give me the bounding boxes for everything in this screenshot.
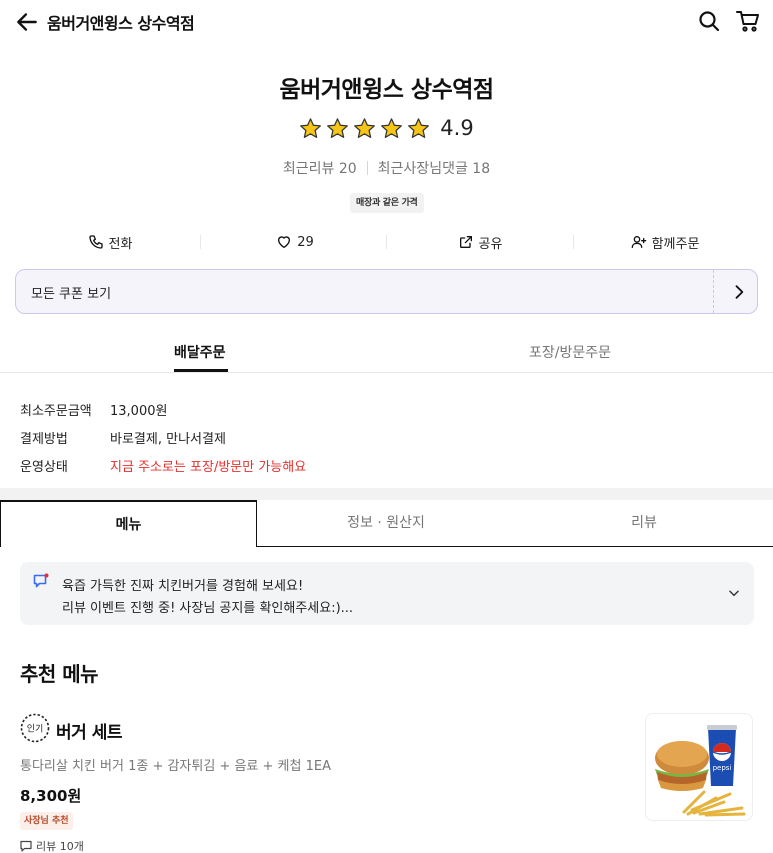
info-row: 운영상태 지금 주소로는 포장/방문만 가능해요: [20, 451, 306, 479]
burger-set-image: pepsi: [655, 725, 746, 817]
cart-icon: [736, 11, 759, 32]
review-summary: 최근리뷰 20 최근사장님댓글 18: [0, 158, 773, 178]
item-description: 통다리살 치킨 버거 1종 + 감자튀김 + 음료 + 케첩 1EA: [20, 759, 331, 774]
info-label: 결제방법: [20, 431, 68, 447]
coupon-banner[interactable]: 모든 쿠폰 보기: [15, 269, 758, 314]
item-price: 8,300원: [20, 787, 82, 805]
divider: [573, 235, 574, 249]
price-badge: 매장과 같은 가격: [350, 193, 424, 213]
action-bar: 전화 29 공유 함께주문: [0, 228, 773, 256]
star-icon: [381, 117, 403, 138]
star-rating: [299, 117, 430, 140]
call-label: 전화: [108, 236, 133, 252]
search-button[interactable]: [697, 9, 721, 33]
info-value: 바로결제, 만나서결제: [110, 431, 226, 447]
divider: [713, 270, 714, 313]
back-button[interactable]: [14, 9, 40, 35]
like-count: 29: [297, 234, 314, 250]
owner-notice[interactable]: 육즙 가득한 진짜 치킨버거를 경험해 보세요! 리뷰 이벤트 진행 중! 사장…: [20, 562, 754, 625]
cart-button[interactable]: [735, 9, 761, 33]
star-icon: [408, 117, 430, 138]
recent-reviews-link[interactable]: 최근리뷰 20: [283, 158, 357, 178]
info-row: 최소주문금액 13,000원: [20, 395, 306, 423]
chevron-right-icon: [735, 285, 744, 299]
call-button[interactable]: 전화: [60, 228, 160, 256]
add-user-icon: [631, 236, 646, 248]
store-name: 움버거앤윙스 상수역점: [279, 77, 494, 103]
star-icon: [354, 117, 376, 138]
coupon-label: 모든 쿠폰 보기: [31, 287, 112, 302]
share-button[interactable]: 공유: [430, 228, 530, 256]
popular-badge-text: 인기: [27, 724, 44, 735]
top-bar: 움버거앤윙스 상수역점: [0, 0, 773, 44]
menu-tabs: 메뉴 정보 · 원산지 리뷰: [0, 500, 773, 547]
item-name: 버거 세트: [56, 723, 122, 743]
arrow-left-icon: [17, 13, 37, 31]
store-info: 최소주문금액 13,000원 결제방법 바로결제, 만나서결제 운영상태 지금 …: [20, 395, 306, 479]
notice-line: 리뷰 이벤트 진행 중! 사장님 공지를 확인해주세요:)...: [62, 601, 354, 616]
share-icon: [459, 236, 472, 248]
notice-icon: [33, 573, 49, 588]
comment-icon: [20, 840, 32, 852]
review-count-label: 리뷰 10개: [36, 840, 84, 853]
search-icon: [699, 11, 720, 32]
status-warning: 지금 주소로는 포장/방문만 가능해요: [110, 459, 307, 475]
phone-icon: [88, 235, 103, 249]
recommend-tag: 사장님 추천: [20, 812, 73, 830]
owner-replies-link[interactable]: 최근사장님댓글 18: [378, 158, 490, 178]
divider: [386, 235, 387, 249]
like-button[interactable]: 29: [245, 228, 345, 256]
group-order-label: 함께주문: [651, 236, 700, 252]
order-type-tabs: 배달주문 포장/방문주문: [0, 330, 773, 373]
divider: [366, 161, 368, 175]
chevron-down-icon: [729, 590, 739, 597]
tab-underline: [174, 369, 228, 372]
divider: [200, 235, 201, 249]
tab-reviews[interactable]: 리뷰: [515, 500, 773, 547]
popular-badge: 인기: [19, 712, 51, 744]
rating-row: 4.9: [0, 114, 773, 142]
heart-icon: [278, 236, 291, 248]
item-review-count: 리뷰 10개: [20, 838, 84, 853]
star-icon: [327, 117, 349, 138]
notice-line: 육즙 가득한 진짜 치킨버거를 경험해 보세요!: [62, 579, 304, 594]
tab-pickup[interactable]: 포장/방문주문: [529, 342, 611, 362]
section-divider: [0, 488, 773, 500]
share-label: 공유: [478, 236, 503, 252]
star-icon: [300, 117, 322, 138]
tab-info-origin[interactable]: 정보 · 원산지: [257, 500, 515, 547]
cup-label: pepsi: [713, 764, 732, 772]
tab-menu[interactable]: 메뉴: [0, 500, 257, 547]
tab-delivery[interactable]: 배달주문: [174, 342, 226, 362]
page-title: 움버거앤윙스 상수역점: [47, 14, 195, 33]
info-value: 13,000원: [110, 403, 168, 419]
info-label: 운영상태: [20, 459, 68, 475]
info-row: 결제방법 바로결제, 만나서결제: [20, 423, 306, 451]
section-title: 추천 메뉴: [20, 662, 99, 686]
popular-badge-icon: 인기: [20, 713, 50, 743]
info-label: 최소주문금액: [20, 403, 92, 419]
rating-value: 4.9: [440, 116, 474, 140]
item-image[interactable]: pepsi: [645, 713, 753, 821]
group-order-button[interactable]: 함께주문: [615, 228, 715, 256]
